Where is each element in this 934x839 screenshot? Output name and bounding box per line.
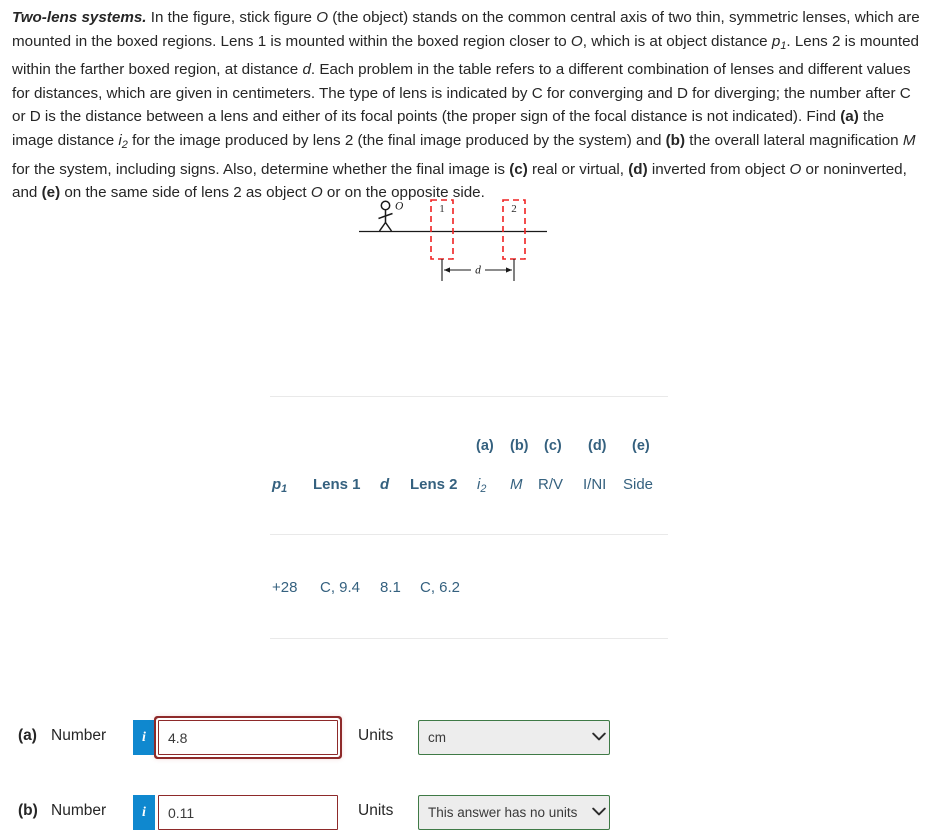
answer-a-units-select[interactable]: cm — [418, 720, 610, 755]
group-header-b: (b) — [510, 438, 529, 454]
table-header-block: (a) (b) (c) (d) (e) p1 Lens 1 d Lens 2 i… — [270, 397, 668, 534]
problem-text-11: inverted from object — [647, 160, 790, 178]
object-symbol-1: O — [316, 9, 329, 26]
distance-d-measure: d — [441, 259, 515, 281]
problem-label-e: (e) — [41, 184, 61, 202]
group-header-e: (e) — [632, 438, 650, 454]
problem-statement: Two-lens systems. In the figure, stick f… — [12, 6, 926, 205]
problem-text-1: In the figure, stick figure — [146, 9, 317, 26]
problem-text-10: real or virtual, — [527, 160, 629, 178]
info-icon[interactable]: i — [133, 795, 155, 830]
problem-label-c: (c) — [509, 160, 528, 178]
stick-figure-object — [378, 200, 393, 232]
object-symbol-3: O — [789, 160, 802, 178]
answer-b-units-label: Units — [358, 802, 394, 819]
stick-figure-head-icon — [380, 200, 391, 211]
problem-label-d: (d) — [628, 160, 648, 178]
problem-text-9: for the system, including signs. Also, d… — [12, 160, 510, 178]
M-variable: M — [902, 132, 916, 150]
problem-data-table: (a) (b) (c) (d) (e) p1 Lens 1 d Lens 2 i… — [270, 396, 668, 639]
table-rule-bottom — [270, 638, 668, 639]
problem-text-8: the overall lateral magnification — [685, 132, 903, 150]
answer-row-a: (a) Number i Units cm — [0, 718, 934, 758]
figure-svg: O 1 2 d — [359, 199, 547, 281]
lens-system-figure: O 1 2 d — [355, 196, 580, 291]
d-arrowhead-right — [506, 267, 512, 273]
table-body-block: +28 C, 9.4 8.1 C, 6.2 — [270, 535, 668, 638]
answer-a-units-label: Units — [358, 727, 394, 744]
problem-text-3: , which is at object distance — [582, 32, 772, 50]
column-header-side: Side — [623, 476, 654, 493]
cell-d: 8.1 — [380, 579, 401, 596]
distance-d-label: d — [475, 265, 481, 277]
problem-label-b: (b) — [665, 132, 686, 150]
column-header-lens2: Lens 2 — [410, 476, 458, 493]
problem-text-13: on the same side of lens 2 as object — [60, 184, 311, 202]
answer-b-number-input[interactable] — [158, 795, 338, 830]
lens1-label: 1 — [439, 203, 445, 215]
cell-lens1: C, 9.4 — [320, 579, 361, 596]
column-header-lens1: Lens 1 — [313, 476, 361, 493]
cell-lens2: C, 6.2 — [420, 579, 461, 596]
object-symbol-4: O — [310, 184, 323, 202]
cell-p1: +28 — [272, 579, 298, 596]
answer-a-number-input[interactable] — [158, 720, 338, 755]
info-icon[interactable]: i — [133, 720, 155, 755]
problem-title: Two-lens systems. — [12, 9, 147, 26]
column-header-d: d — [380, 476, 390, 493]
figure-object-label: O — [395, 201, 404, 213]
column-header-i2: i2 — [477, 476, 487, 496]
answer-a-letter: (a) — [18, 727, 37, 744]
column-header-ini: I/NI — [583, 476, 607, 493]
d-variable: d — [302, 61, 311, 79]
problem-text-7: for the image produced by lens 2 (the fi… — [127, 132, 666, 150]
answer-b-letter: (b) — [18, 802, 38, 819]
object-symbol-2: O — [570, 32, 583, 50]
column-header-p1: p1 — [272, 476, 288, 496]
problem-label-a: (a) — [840, 108, 859, 126]
lens2-label: 2 — [511, 203, 517, 215]
stick-figure-leg-right — [384, 222, 393, 232]
group-header-a: (a) — [476, 438, 494, 454]
answer-a-number-label: Number — [51, 727, 107, 744]
stick-figure-leg-left — [378, 222, 387, 232]
column-header-M: M — [510, 476, 523, 493]
group-header-d: (d) — [588, 438, 607, 454]
answer-row-b: (b) Number i Units This answer has no un… — [0, 793, 934, 833]
d-arrowhead-left — [444, 267, 450, 273]
answer-b-units-select[interactable]: This answer has no units — [418, 795, 610, 830]
answer-b-number-label: Number — [51, 802, 107, 819]
group-header-c: (c) — [544, 438, 562, 454]
column-header-rv: R/V — [538, 476, 564, 493]
